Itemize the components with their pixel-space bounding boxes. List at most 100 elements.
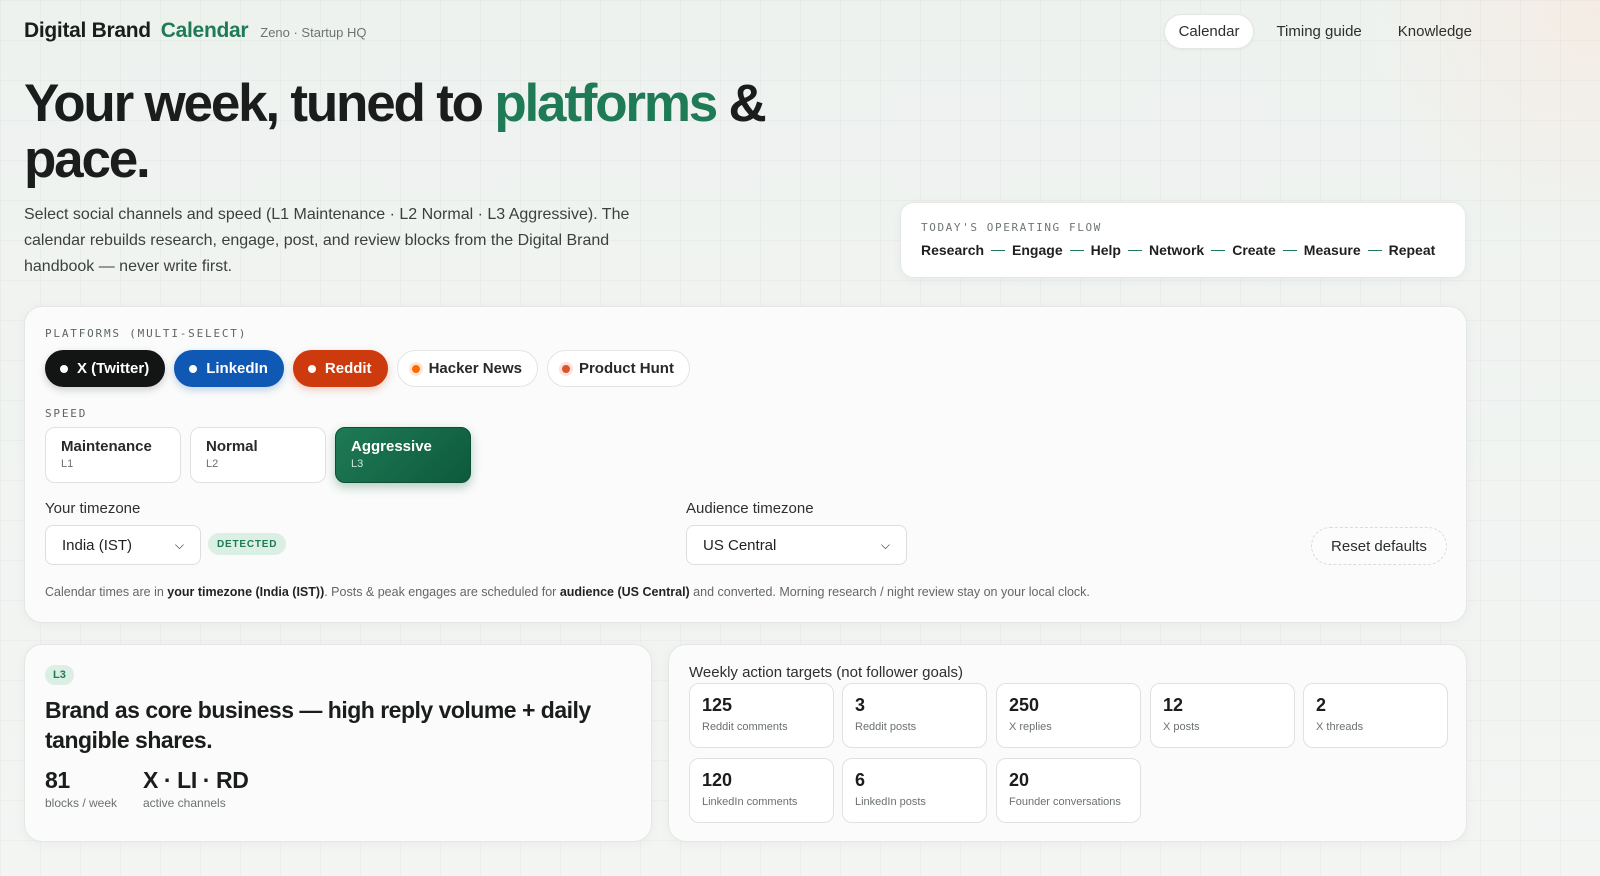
top-bar: Digital Brand Calendar Zeno · Startup HQ…: [24, 14, 1576, 49]
brand[interactable]: Digital Brand Calendar Zeno · Startup HQ: [24, 19, 366, 43]
main-nav: Calendar Timing guide Knowledge: [1163, 14, 1486, 49]
flow-separator: [1069, 249, 1084, 251]
flow-step: Network: [1148, 242, 1205, 258]
stat-blocks-per-week: 81 blocks / week: [45, 767, 117, 810]
reset-defaults-button[interactable]: Reset defaults: [1311, 527, 1447, 565]
your-timezone-label: Your timezone: [45, 500, 141, 517]
speed-option-title: Normal: [206, 438, 258, 455]
target-label: Founder conversations: [1009, 796, 1121, 808]
target-tile: 250 X replies: [996, 683, 1141, 748]
target-tile: 3 Reddit posts: [842, 683, 987, 748]
target-tile: 20 Founder conversations: [996, 758, 1141, 823]
platform-chip-x[interactable]: X (Twitter): [45, 350, 166, 387]
platform-chip-product-hunt[interactable]: Product Hunt: [546, 350, 690, 387]
workspace-label: Zeno · Startup HQ: [260, 25, 367, 40]
platform-chips: X (Twitter) LinkedIn Reddit Hacker News …: [45, 350, 690, 387]
timezone-note-text: and converted. Morning research / night …: [689, 585, 1090, 599]
platforms-label: PLATFORMS (MULTI-SELECT): [45, 327, 248, 340]
platform-chip-linkedin[interactable]: LinkedIn: [174, 350, 284, 387]
dot-icon: [561, 364, 570, 373]
nav-knowledge[interactable]: Knowledge: [1384, 15, 1486, 48]
controls-panel: PLATFORMS (MULTI-SELECT) X (Twitter) Lin…: [24, 306, 1467, 623]
audience-timezone-value: US Central: [703, 536, 777, 554]
target-label: Reddit posts: [855, 721, 917, 733]
dot-icon: [307, 364, 316, 373]
stat-active-channels: X · LI · RD active channels: [143, 767, 249, 810]
brand-accent: Calendar: [160, 19, 249, 42]
target-tile: 125 Reddit comments: [689, 683, 834, 748]
speed-options: Maintenance L1 Normal L2 Aggressive L3: [45, 427, 471, 483]
speed-option-aggressive[interactable]: Aggressive L3: [335, 427, 471, 483]
timezone-note-audience: audience (US Central): [559, 585, 690, 599]
stat-label: blocks / week: [45, 796, 118, 810]
dot-icon: [60, 364, 68, 373]
operating-flow-label: TODAY'S OPERATING FLOW: [921, 221, 1102, 234]
flow-step: Repeat: [1388, 242, 1436, 258]
platform-chip-label: Product Hunt: [578, 360, 674, 377]
target-value: 20: [1009, 770, 1030, 790]
target-tile: 12 X posts: [1150, 683, 1295, 748]
nav-calendar[interactable]: Calendar: [1163, 14, 1255, 49]
nav-timing-guide[interactable]: Timing guide: [1262, 15, 1375, 48]
detected-badge: DETECTED: [208, 533, 287, 555]
speed-option-maintenance[interactable]: Maintenance L1: [45, 427, 181, 483]
weekly-targets-title: Weekly action targets (not follower goal…: [689, 664, 964, 681]
your-timezone-value: India (IST): [62, 536, 133, 554]
dot-icon: [189, 364, 198, 373]
target-value: 2: [1316, 695, 1327, 715]
flow-step: Create: [1232, 242, 1276, 258]
hero-title-part1: Your week, tuned to: [24, 74, 495, 133]
timezone-note: Calendar times are in your timezone (Ind…: [45, 585, 1090, 599]
flow-separator: [991, 249, 1006, 251]
target-label: LinkedIn comments: [702, 796, 798, 808]
flow-step: Research: [921, 242, 985, 258]
target-label: Reddit comments: [702, 721, 788, 733]
audience-timezone-label: Audience timezone: [686, 500, 814, 517]
target-tile: 6 LinkedIn posts: [842, 758, 987, 823]
speed-option-normal[interactable]: Normal L2: [190, 427, 326, 483]
flow-separator: [1211, 249, 1226, 251]
stat-value: X · LI · RD: [143, 767, 249, 793]
target-label: X replies: [1009, 721, 1052, 733]
platform-chip-label: Reddit: [324, 360, 372, 377]
platform-chip-label: X (Twitter): [77, 360, 150, 377]
target-value: 6: [855, 770, 866, 790]
dot-icon: [411, 364, 420, 373]
audience-timezone-select[interactable]: US Central ⌵: [686, 525, 907, 565]
level-badge: L3: [45, 665, 74, 685]
flow-step: Measure: [1303, 242, 1361, 258]
platform-chip-reddit[interactable]: Reddit: [292, 350, 388, 387]
your-timezone-select[interactable]: India (IST) ⌵: [45, 525, 201, 565]
target-value: 125: [702, 695, 733, 715]
hero-title: Your week, tuned to platforms & pace.: [24, 76, 824, 188]
target-value: 12: [1163, 695, 1184, 715]
weekly-targets-card: Weekly action targets (not follower goal…: [668, 644, 1467, 842]
target-value: 120: [702, 770, 733, 790]
target-label: X threads: [1316, 721, 1364, 733]
target-value: 250: [1009, 695, 1040, 715]
speed-label: SPEED: [45, 407, 88, 420]
platform-chip-hacker-news[interactable]: Hacker News: [396, 350, 538, 387]
level-headline: Brand as core business — high reply volu…: [45, 697, 591, 753]
timezone-note-text: Calendar times are in: [45, 585, 168, 599]
target-tile: 2 X threads: [1303, 683, 1448, 748]
stat-label: active channels: [143, 796, 226, 810]
operating-flow-steps: Research Engage Help Network Create Meas…: [921, 242, 1445, 258]
stat-value: 81: [45, 767, 70, 793]
flow-separator: [1127, 249, 1142, 251]
speed-option-title: Maintenance: [61, 438, 152, 455]
target-tile: 120 LinkedIn comments: [689, 758, 834, 823]
flow-separator: [1367, 249, 1382, 251]
speed-option-level: L2: [206, 458, 219, 470]
target-value: 3: [855, 695, 866, 715]
timezone-note-local: your timezone (India (IST)): [167, 585, 325, 599]
target-label: LinkedIn posts: [855, 796, 926, 808]
platform-chip-label: LinkedIn: [206, 360, 268, 377]
flow-step: Engage: [1012, 242, 1063, 258]
target-label: X posts: [1163, 721, 1200, 733]
flow-step: Help: [1090, 242, 1121, 258]
app-root: Digital Brand Calendar Zeno · Startup HQ…: [0, 0, 1600, 876]
chevron-down-icon: ⌵: [174, 537, 184, 552]
hero-description: Select social channels and speed (L1 Mai…: [24, 206, 630, 275]
hero-title-accent: platforms: [494, 74, 718, 133]
